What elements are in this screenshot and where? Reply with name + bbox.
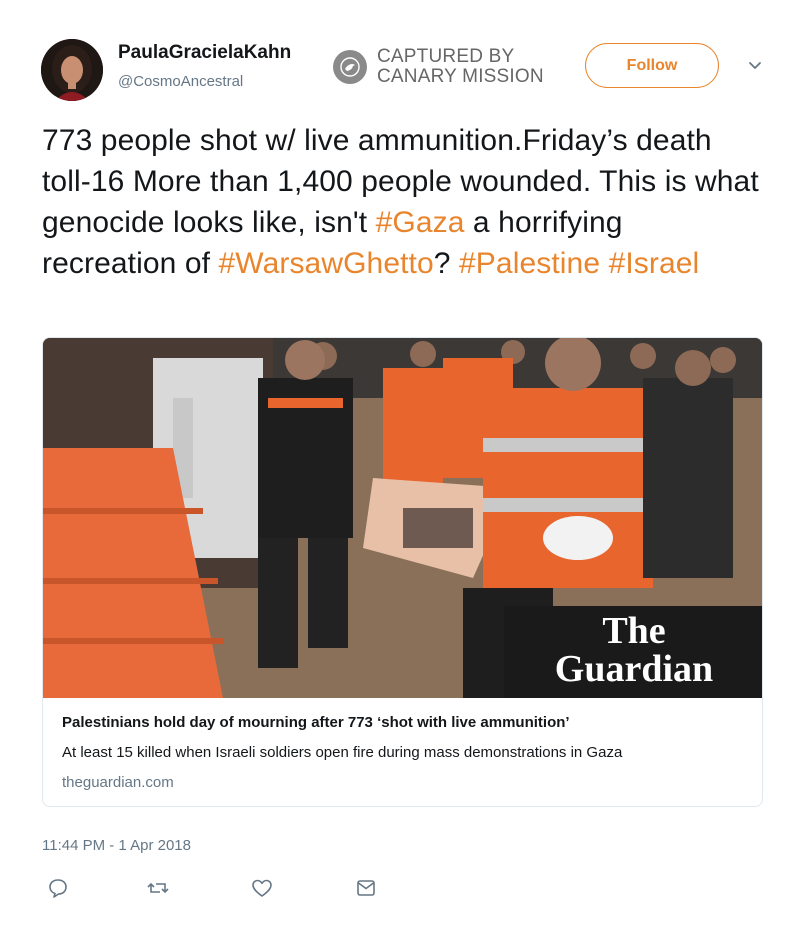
- card-image[interactable]: The Guardian: [43, 338, 762, 698]
- retweet-icon[interactable]: [146, 876, 170, 900]
- hashtag-palestine[interactable]: #Palestine: [459, 247, 600, 280]
- hashtag-israel[interactable]: #Israel: [609, 247, 700, 280]
- reply-icon[interactable]: [46, 876, 70, 900]
- hashtag-warsawghetto[interactable]: #WarsawGhetto: [219, 247, 434, 280]
- card-domain[interactable]: theguardian.com: [62, 774, 174, 791]
- stamp-text: CAPTURED BY CANARY MISSION: [377, 47, 544, 87]
- tweet-text: 773 people shot w/ live ammunition.Frida…: [42, 120, 762, 284]
- stamp-line-2: CANARY MISSION: [377, 66, 544, 87]
- direct-message-icon[interactable]: [354, 876, 378, 900]
- guardian-logo-line-1: The: [602, 610, 665, 652]
- user-handle[interactable]: @CosmoAncestral: [118, 73, 243, 90]
- chevron-down-icon[interactable]: [746, 57, 764, 75]
- stamp-line-1: CAPTURED BY: [377, 46, 515, 67]
- display-name[interactable]: PaulaGracielaKahn: [118, 42, 291, 64]
- card-description: At least 15 killed when Israeli soldiers…: [62, 744, 623, 761]
- timestamp[interactable]: 11:44 PM - 1 Apr 2018: [42, 837, 191, 854]
- tweet-segment: [600, 247, 608, 280]
- like-icon[interactable]: [250, 876, 274, 900]
- action-bar: [42, 876, 442, 902]
- guardian-logo-line-2: Guardian: [555, 648, 713, 690]
- card-title[interactable]: Palestinians hold day of mourning after …: [62, 714, 570, 731]
- capture-stamp: CAPTURED BY CANARY MISSION: [333, 47, 544, 87]
- follow-button[interactable]: Follow: [585, 43, 719, 88]
- link-card[interactable]: The Guardian Palestinians hold day of mo…: [42, 337, 763, 807]
- avatar[interactable]: [41, 39, 103, 101]
- tweet-segment: ?: [433, 247, 460, 280]
- hashtag-gaza[interactable]: #Gaza: [376, 206, 465, 239]
- canary-bird-icon: [333, 50, 367, 84]
